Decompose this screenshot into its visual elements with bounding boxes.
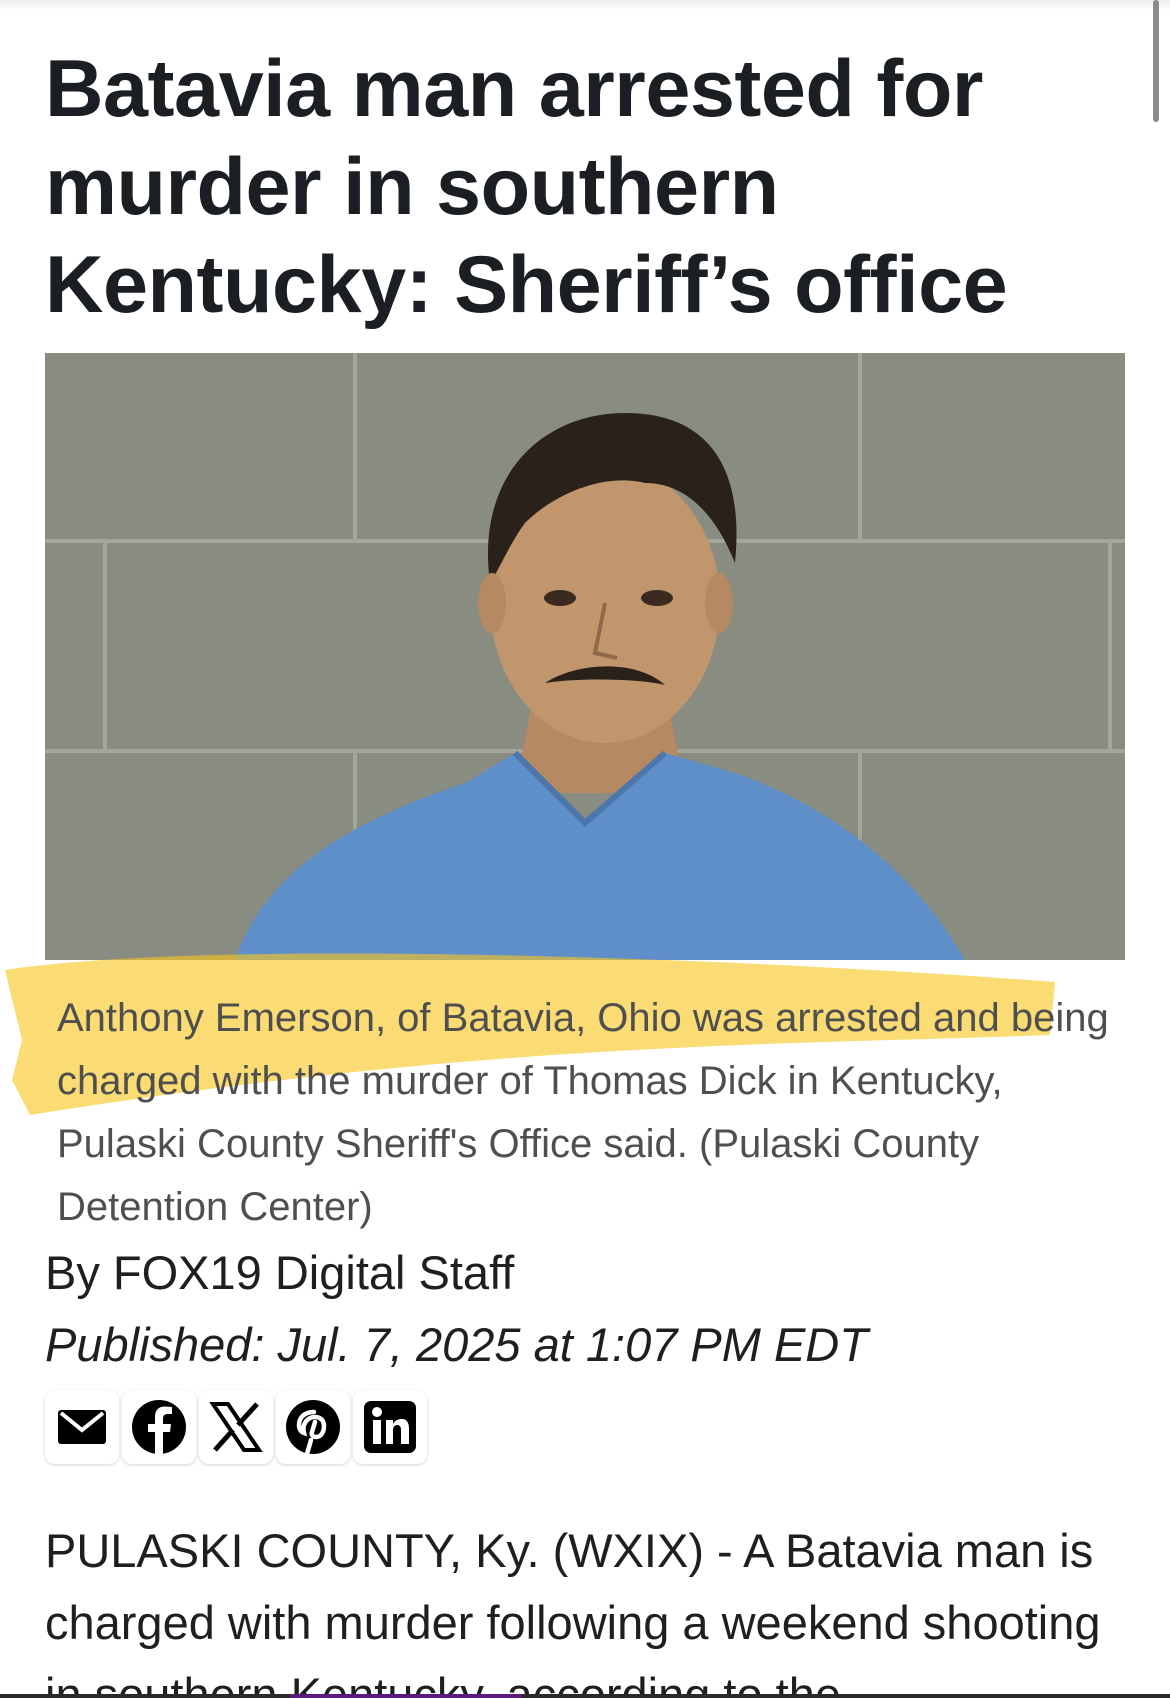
photo-caption: Anthony Emerson, of Batavia, Ohio was ar… xyxy=(57,996,1109,1229)
article-page: Batavia man arrested for murder in south… xyxy=(0,0,1170,1698)
mugshot-photo[interactable] xyxy=(45,353,1125,960)
share-linkedin-button[interactable] xyxy=(353,1390,427,1464)
top-edge-shadow xyxy=(0,0,1170,10)
article-body-paragraph: PULASKI COUNTY, Ky. (WXIX) - A Batavia m… xyxy=(45,1524,1101,1698)
share-x-button[interactable] xyxy=(199,1390,273,1464)
x-icon xyxy=(209,1402,263,1452)
email-icon xyxy=(58,1410,106,1444)
share-email-button[interactable] xyxy=(45,1390,119,1464)
share-buttons xyxy=(45,1390,427,1464)
facebook-icon xyxy=(132,1400,186,1454)
bottom-accent-bar xyxy=(290,1694,522,1698)
pinterest-icon xyxy=(286,1400,340,1456)
share-facebook-button[interactable] xyxy=(122,1390,196,1464)
bottom-toolbar-edge xyxy=(0,1694,1170,1698)
published-date: Published: Jul. 7, 2025 at 1:07 PM EDT xyxy=(45,1318,868,1371)
share-pinterest-button[interactable] xyxy=(276,1390,350,1464)
byline: By FOX19 Digital Staff xyxy=(45,1246,515,1299)
linkedin-icon xyxy=(364,1401,416,1453)
mugshot-illustration xyxy=(45,353,1125,960)
article-headline: Batavia man arrested for murder in south… xyxy=(45,44,1008,330)
scrollbar[interactable] xyxy=(1153,0,1159,122)
